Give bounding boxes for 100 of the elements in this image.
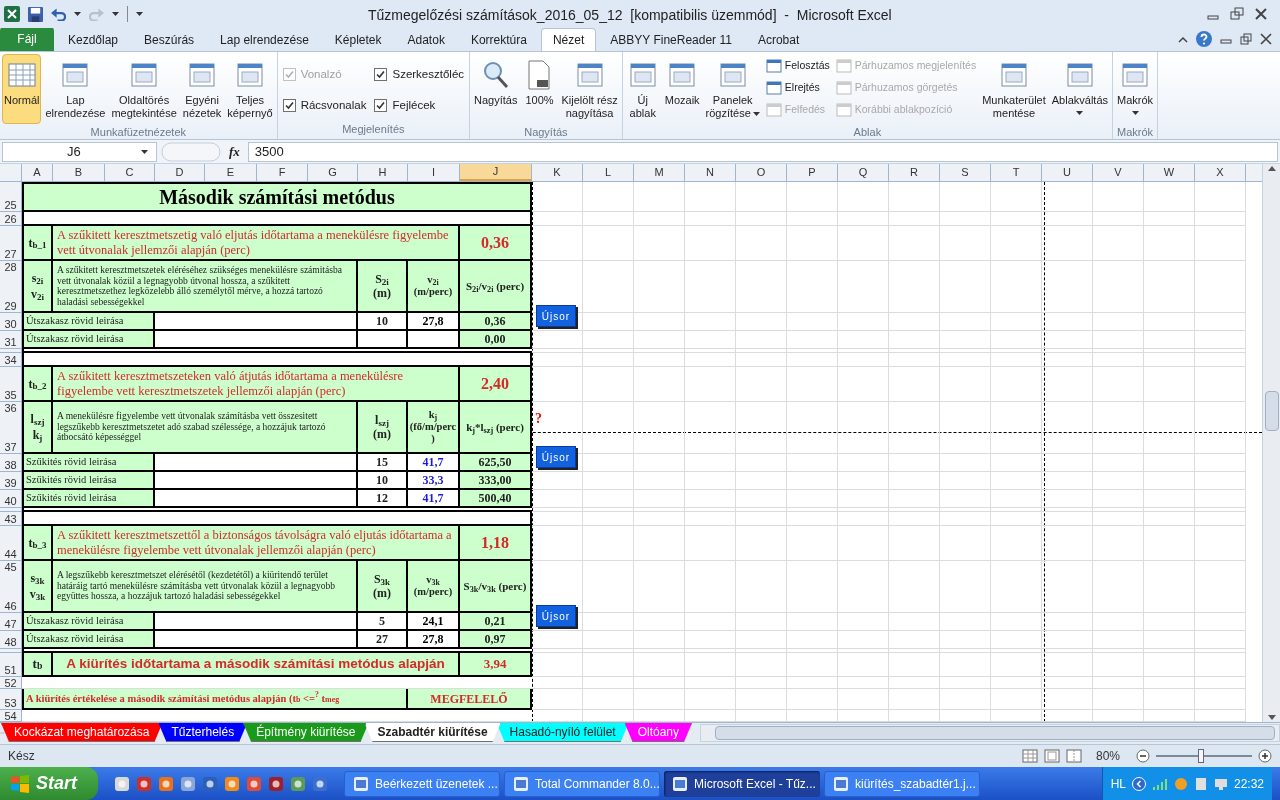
page-layout-icon[interactable] <box>1044 749 1060 763</box>
column-header[interactable]: R <box>889 164 940 181</box>
zoom-out-icon[interactable] <box>1136 749 1150 763</box>
column-header[interactable]: T <box>991 164 1042 181</box>
sheet-tab[interactable]: Építmény kiürítése <box>243 723 369 742</box>
app-icon[interactable] <box>180 775 196 792</box>
taskbar-button[interactable]: Total Commander 8.0... <box>504 770 660 797</box>
new-row-button[interactable]: Újsor <box>536 605 576 627</box>
ribbon-button[interactable]: Egyéni nézetek <box>180 54 224 124</box>
zoom-slider[interactable] <box>1156 749 1252 763</box>
vertical-scrollbar[interactable] <box>1262 164 1280 722</box>
chevron-left-icon[interactable] <box>1131 776 1146 791</box>
ribbon-button[interactable]: Panelek rögzítése <box>703 54 762 124</box>
insert-function-button[interactable]: fx <box>225 141 244 162</box>
restore-icon[interactable] <box>1240 33 1252 45</box>
column-header[interactable]: X <box>1195 164 1246 181</box>
app-icon[interactable] <box>136 775 152 792</box>
zoom-in-icon[interactable] <box>1258 749 1272 763</box>
column-header[interactable]: F <box>257 164 308 181</box>
ribbon-button[interactable]: Normál <box>2 54 42 124</box>
scroll-thumb[interactable] <box>715 726 1275 740</box>
ribbon-button[interactable]: Ablakváltás <box>1049 54 1111 124</box>
ribbon-button[interactable]: Teljes képernyő <box>225 54 275 124</box>
taskbar-button[interactable]: Beérkezett üzenetek ... <box>344 770 500 797</box>
ribbon-button[interactable]: Új ablak <box>624 54 661 124</box>
ribbon-tab[interactable]: Kezdőlap <box>56 28 131 51</box>
column-header[interactable]: G <box>308 164 358 181</box>
ribbon-button[interactable]: Munkaterület mentése <box>980 54 1048 124</box>
scroll-up-icon[interactable] <box>1267 166 1276 171</box>
sheet-tab[interactable]: Kockázat meghatározása <box>1 723 163 742</box>
app-icon[interactable] <box>158 775 174 792</box>
file-tab[interactable]: Fájl <box>0 27 54 51</box>
slider-thumb[interactable] <box>1198 749 1205 763</box>
column-header[interactable]: O <box>736 164 787 181</box>
new-row-button[interactable]: Újsor <box>536 446 576 468</box>
ribbon-button[interactable]: Mozaik <box>662 54 702 124</box>
column-header[interactable]: U <box>1042 164 1093 181</box>
ribbon-button[interactable]: Nagyítás <box>472 54 520 124</box>
app-icon[interactable] <box>224 775 240 792</box>
ribbon-button[interactable]: Makrók <box>1115 54 1156 124</box>
column-header[interactable]: D <box>155 164 205 181</box>
ribbon-button[interactable]: Oldaltörés megtekintése <box>109 54 179 124</box>
save-icon[interactable] <box>28 6 43 22</box>
app-icon[interactable] <box>312 775 328 792</box>
ribbon-tab[interactable]: Korrektúra <box>458 28 539 51</box>
scroll-down-icon[interactable] <box>1267 715 1276 720</box>
column-header[interactable]: W <box>1144 164 1195 181</box>
checkbox[interactable]: Szerkesztőléc <box>374 66 465 84</box>
sheet-tab[interactable]: Szabadtér kiürítése <box>364 723 501 742</box>
taskbar-button[interactable]: Microsoft Excel - Tűz... <box>664 770 820 797</box>
ribbon-tab[interactable]: Nézet <box>540 28 597 51</box>
name-box[interactable]: J6 <box>2 141 157 162</box>
column-header[interactable]: B <box>53 164 105 181</box>
ribbon-button[interactable]: Lap elrendezése <box>43 54 108 124</box>
column-header[interactable]: M <box>634 164 685 181</box>
new-row-button[interactable]: Újsor <box>536 305 576 327</box>
ribbon-button[interactable]: 100% <box>521 54 558 124</box>
column-header[interactable]: L <box>583 164 634 181</box>
scroll-thumb[interactable] <box>1264 391 1279 431</box>
ribbon-tab[interactable]: Acrobat <box>745 28 812 51</box>
tray-icon[interactable] <box>1193 776 1208 791</box>
column-header[interactable]: N <box>685 164 736 181</box>
collapse-ribbon-icon[interactable] <box>1178 35 1188 43</box>
close-icon[interactable] <box>1254 7 1268 21</box>
ribbon-button[interactable]: Elrejtés <box>765 78 830 98</box>
ribbon-tab[interactable]: Beszúrás <box>132 28 207 51</box>
page-break-icon[interactable] <box>1066 749 1082 763</box>
checkbox[interactable]: Fejlécek <box>374 97 465 115</box>
undo-icon[interactable] <box>51 7 66 21</box>
sheet-tab[interactable]: Hasadó-nyíló felület <box>496 723 629 742</box>
app-icon[interactable] <box>246 775 262 792</box>
column-header[interactable]: S <box>940 164 991 181</box>
app-icon[interactable] <box>114 775 130 792</box>
column-header[interactable]: P <box>787 164 838 181</box>
formula-input[interactable]: 3500 <box>247 141 1278 162</box>
ribbon-tab[interactable]: Lap elrendezése <box>208 28 321 51</box>
column-header[interactable]: A <box>22 164 53 181</box>
app-icon[interactable] <box>268 775 284 792</box>
horizontal-scrollbar[interactable] <box>700 724 1280 742</box>
ribbon-tab[interactable]: Adatok <box>395 28 457 51</box>
ribbon-button[interactable]: Felosztás <box>765 56 830 76</box>
restore-icon[interactable] <box>1230 7 1244 21</box>
column-header[interactable]: E <box>205 164 257 181</box>
column-header[interactable]: Q <box>838 164 889 181</box>
checkbox[interactable]: Rácsvonalak <box>282 97 367 115</box>
column-header[interactable]: H <box>358 164 408 181</box>
close-icon[interactable] <box>1260 33 1272 45</box>
ribbon-tab[interactable]: Képletek <box>322 28 394 51</box>
column-header[interactable]: V <box>1093 164 1144 181</box>
column-header[interactable]: K <box>532 164 583 181</box>
tray-icon[interactable] <box>1213 776 1228 791</box>
column-header[interactable]: C <box>105 164 155 181</box>
column-header[interactable]: J <box>460 164 532 181</box>
taskbar-button[interactable]: kiürítés_szabadtér1.j... <box>824 770 980 797</box>
help-icon[interactable] <box>1196 31 1212 47</box>
app-icon[interactable] <box>202 775 218 792</box>
ribbon-tab[interactable]: ABBYY FineReader 11 <box>598 28 744 51</box>
ribbon-button[interactable]: Kijelölt rész nagyítása <box>559 54 620 124</box>
app-icon[interactable] <box>290 775 306 792</box>
normal-view-icon[interactable] <box>1022 749 1038 763</box>
